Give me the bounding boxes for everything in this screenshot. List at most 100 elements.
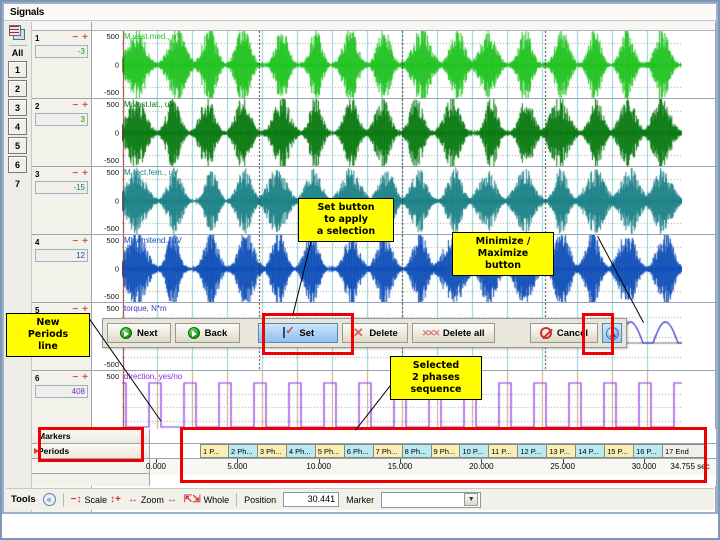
callout-line: Minimize /	[475, 236, 531, 247]
set-button[interactable]: Set	[258, 323, 339, 343]
rail-button-5[interactable]: 5	[8, 137, 27, 154]
rail-button-4[interactable]: 4	[8, 118, 27, 135]
delete-all-label: Delete all	[442, 327, 485, 339]
delete-all-button[interactable]: ✕✕✕ Delete all	[411, 323, 495, 343]
whole-tool[interactable]: ⇱⇲ Whole	[184, 494, 229, 505]
plus-icon[interactable]: +	[82, 373, 88, 383]
channel-gain-controls[interactable]: − +	[72, 101, 88, 111]
plus-icon[interactable]: +	[82, 237, 88, 247]
cancel-button[interactable]: Cancel	[529, 323, 598, 343]
channel-value[interactable]: -3	[35, 45, 88, 58]
minimize-maximize-button[interactable]	[602, 323, 622, 343]
callout-minmax-button: Minimize / Maximize button	[452, 232, 554, 276]
time-tick-label: 10.000	[306, 462, 331, 471]
minus-icon[interactable]: −	[72, 373, 78, 383]
rail-button-3[interactable]: 3	[8, 99, 27, 116]
period-block[interactable]: 14 P...	[576, 444, 606, 458]
period-block[interactable]: 15 P...	[605, 444, 635, 458]
tools-strip[interactable]: Tools « −↕ Scale ↕+ ↔ Zoom ↔ ⇱⇲ Whole Po…	[6, 488, 714, 510]
back-button[interactable]: Back	[174, 323, 241, 343]
minus-icon[interactable]: −	[72, 101, 78, 111]
marker-select[interactable]: ▼	[381, 491, 482, 508]
minus-icon[interactable]: −	[72, 237, 78, 247]
y-axis-1: 500 0 -500	[92, 31, 122, 98]
rail-all-label[interactable]: All	[12, 48, 24, 58]
period-block[interactable]: 5 Ph...	[315, 444, 345, 458]
periods-track[interactable]: 1 P... 2 Ph... 3 Ph... 4 Ph... 5 Ph... 6 Ph..…	[150, 444, 716, 459]
period-block[interactable]: 13 P...	[547, 444, 577, 458]
channel-gain-controls[interactable]: − +	[72, 373, 88, 383]
marker-label: Marker	[346, 494, 375, 505]
channel-number: 6	[35, 373, 40, 383]
signal-lane-4[interactable]: 500 0 -500 M.semitend., uV	[92, 235, 715, 303]
markers-track[interactable]	[150, 429, 716, 444]
markers-periods-panel: Markers Periods 1 P... 2 Ph... 3 Ph... 4 Ph…	[32, 429, 716, 486]
channel-header-3[interactable]: 3 − + -15	[32, 167, 91, 235]
channel-header-1[interactable]: 1 − + -3	[32, 31, 91, 99]
period-block[interactable]: 11 P...	[489, 444, 519, 458]
zoom-tool[interactable]: ↔ Zoom ↔	[128, 494, 177, 505]
delete-button[interactable]: ✕ Delete	[342, 323, 408, 343]
scale-tool[interactable]: −↕ Scale ↕+	[71, 494, 121, 505]
period-block[interactable]: 6 Ph...	[344, 444, 374, 458]
plus-icon[interactable]: +	[82, 169, 88, 179]
signal-label-4: M.semitend., uV	[124, 236, 182, 245]
layers-icon[interactable]	[8, 25, 27, 42]
minus-icon[interactable]: −	[72, 33, 78, 43]
chevron-down-icon[interactable]: ▼	[464, 493, 479, 506]
rail-button-6[interactable]: 6	[8, 156, 27, 173]
emg-trace-3	[122, 167, 682, 234]
channel-header-2[interactable]: 2 − + 3	[32, 99, 91, 167]
time-tick-label: 30.000	[631, 462, 657, 471]
plus-icon[interactable]: +	[82, 101, 88, 111]
callout-line: Set button	[317, 202, 375, 213]
back-label: Back	[204, 327, 228, 339]
channel-gain-controls[interactable]: − +	[72, 33, 88, 43]
position-label: Position	[244, 494, 277, 505]
expand-triangle-icon	[34, 448, 39, 454]
callout-line: Maximize	[477, 248, 529, 259]
channel-value[interactable]: 408	[35, 385, 88, 398]
period-block[interactable]: 7 Ph...	[373, 444, 403, 458]
signal-lane-1[interactable]: 500 0 -500 M.vast.med., uV	[92, 31, 715, 99]
signal-lane-2[interactable]: 500 0 -500 M.vast.lat., uV	[92, 99, 715, 167]
app-root: Signals All 1 2 3 4 5 6 7 1 − + -3 2 − +…	[0, 0, 720, 540]
channel-value[interactable]: 12	[35, 249, 88, 262]
rail-button-2[interactable]: 2	[8, 80, 27, 97]
channel-header-4[interactable]: 4 − + 12	[32, 235, 91, 303]
channel-gain-controls[interactable]: − +	[72, 169, 88, 179]
y-axis-4: 500 0 -500	[92, 235, 122, 302]
period-block[interactable]: 2 Ph...	[228, 444, 258, 458]
period-block[interactable]: 17 End	[663, 444, 705, 458]
period-block[interactable]: 16 P...	[634, 444, 663, 458]
period-block[interactable]: 1 P...	[200, 444, 229, 458]
callout-selected-sequence: Selected 2 phases sequence	[390, 356, 482, 400]
period-block[interactable]: 9 Ph...	[431, 444, 461, 458]
channel-number: 1	[35, 33, 40, 43]
plus-icon[interactable]: +	[82, 33, 88, 43]
collapse-icon[interactable]: «	[42, 493, 56, 506]
period-block[interactable]: 3 Ph...	[257, 444, 287, 458]
period-block[interactable]: 8 Ph...	[402, 444, 432, 458]
rail-button-1[interactable]: 1	[8, 61, 27, 78]
next-button[interactable]: Next	[107, 323, 171, 343]
periods-row-label[interactable]: Periods	[32, 444, 149, 459]
channel-value[interactable]: 3	[35, 113, 88, 126]
signal-label-3: M.rect.fem., uV	[124, 168, 179, 177]
period-block[interactable]: 4 Ph...	[286, 444, 316, 458]
arrow-left-icon	[187, 327, 200, 339]
channel-value[interactable]: -15	[35, 181, 88, 194]
minus-icon[interactable]: −	[72, 169, 78, 179]
period-block[interactable]: 10 P...	[460, 444, 490, 458]
position-input[interactable]: 30.441	[283, 492, 340, 507]
period-edit-toolbar[interactable]: Next Back Set ✕ Delete ✕✕✕ Delete all	[102, 318, 627, 348]
channel-gain-controls[interactable]: − +	[72, 237, 88, 247]
track-label-spacer	[32, 459, 149, 474]
rail-button-7[interactable]: 7	[8, 175, 27, 192]
period-block[interactable]: 12 P...	[518, 444, 548, 458]
track-lanes[interactable]: 1 P... 2 Ph... 3 Ph... 4 Ph... 5 Ph... 6 Ph..…	[146, 429, 716, 486]
signal-lane-3[interactable]: 500 0 -500 M.rect.fem., uV	[92, 167, 715, 235]
markers-row-label[interactable]: Markers	[32, 429, 149, 444]
callout-set-button: Set button to apply a selection	[298, 198, 394, 242]
y-tick-top: 500	[106, 372, 119, 381]
